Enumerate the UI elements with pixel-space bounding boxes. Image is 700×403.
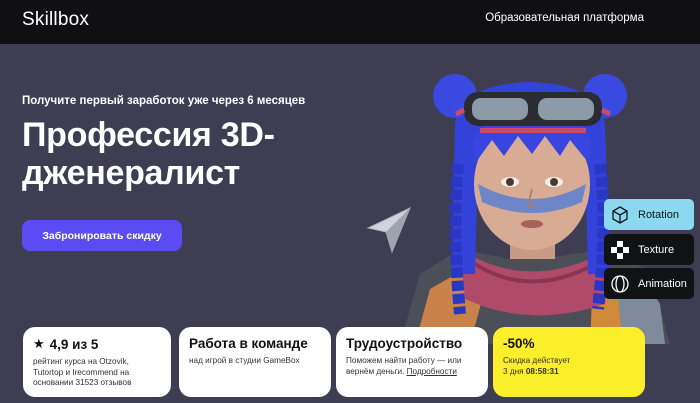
job-title: Трудоустройство <box>346 336 463 351</box>
team-card: Работа в команде над игрой в студии Game… <box>179 327 331 397</box>
timer-days: 3 дня <box>503 366 524 376</box>
cursor-arrow-icon <box>366 206 411 254</box>
rotation-button[interactable]: Rotation <box>604 199 694 230</box>
rating-card: ★ 4,9 из 5 рейтинг курса на Otzovik, Tuto… <box>23 327 171 397</box>
star-icon: ★ <box>33 336 45 351</box>
animation-label: Animation <box>638 277 687 290</box>
texture-button[interactable]: Texture <box>604 234 694 265</box>
animation-button[interactable]: Animation <box>604 268 694 299</box>
cube-icon <box>610 205 630 225</box>
rating-text: рейтинг курса на Otzovik, Tutortop и Ire… <box>33 357 132 387</box>
discount-card: -50% Скидка действует 3 дня 08:58:31 <box>493 327 645 397</box>
platform-link[interactable]: Образовательная платформа <box>485 12 644 24</box>
character-illustration <box>400 74 670 344</box>
details-link[interactable]: Подробности <box>407 367 457 376</box>
rating-title: 4,9 из 5 <box>49 336 99 352</box>
hero-subtitle: Получите первый заработок уже через 6 ме… <box>22 95 306 107</box>
hero-title: Профессия 3D-дженералист <box>22 116 275 192</box>
top-bar: Skillbox Образовательная платформа <box>0 0 700 44</box>
discount-title: -50% <box>503 336 535 351</box>
rotation-label: Rotation <box>638 208 679 221</box>
team-text: над игрой в студии GameBox <box>189 356 300 365</box>
skillbox-logo[interactable]: Skillbox <box>22 9 89 31</box>
book-discount-button[interactable]: Забронировать скидку <box>22 220 182 251</box>
rings-icon <box>610 274 630 294</box>
texture-label: Texture <box>638 243 675 256</box>
hero-section: Получите первый заработок уже через 6 ме… <box>0 44 700 403</box>
countdown-timer: 08:58:31 <box>525 366 559 376</box>
team-title: Работа в команде <box>189 336 308 351</box>
discount-label: Скидка действует <box>503 356 571 365</box>
job-card: Трудоустройство Поможем найти работу — и… <box>336 327 488 397</box>
checker-icon <box>610 240 630 260</box>
